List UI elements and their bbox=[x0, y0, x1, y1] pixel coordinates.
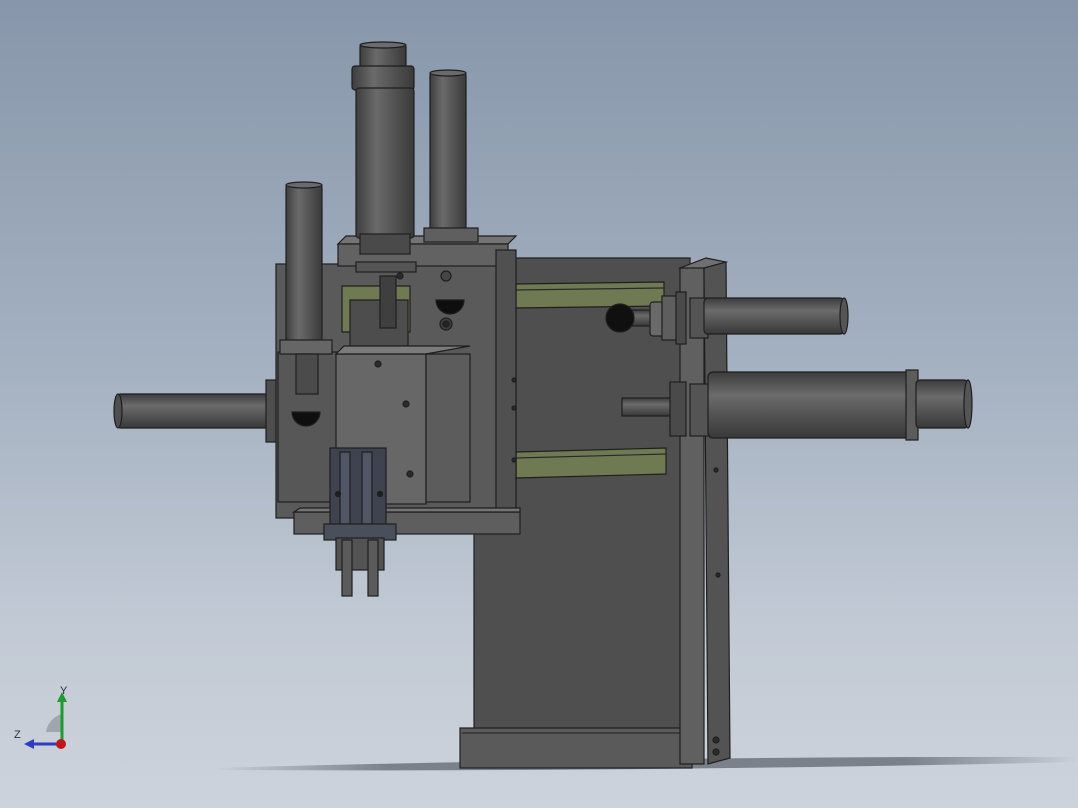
assembly-model[interactable] bbox=[0, 0, 1078, 808]
gripper bbox=[323, 447, 397, 597]
coordinate-triad: Y Z bbox=[14, 685, 76, 752]
left-horizontal-rod bbox=[113, 379, 281, 443]
vertical-cylinder-center bbox=[351, 41, 417, 273]
y-axis-label: Y bbox=[60, 685, 68, 697]
z-axis-label: Z bbox=[14, 729, 21, 741]
vertical-cylinder-right bbox=[423, 69, 479, 243]
cad-viewport[interactable]: Y Z bbox=[0, 0, 1078, 808]
